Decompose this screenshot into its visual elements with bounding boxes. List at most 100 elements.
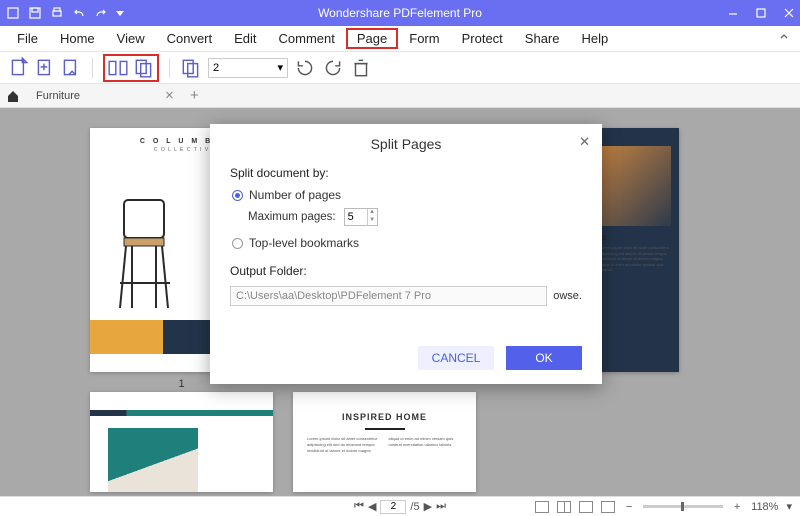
- page-range-value: 2: [213, 62, 219, 74]
- page-thumbnail-4[interactable]: [90, 392, 273, 492]
- toolbar-separator: [92, 58, 93, 78]
- thumb-number: 1: [178, 378, 184, 390]
- last-page-icon[interactable]: ⏭: [436, 500, 446, 513]
- print-icon[interactable]: [50, 6, 64, 20]
- thumb-photo-icon: [599, 146, 671, 226]
- redo-icon[interactable]: [94, 6, 108, 20]
- zoom-level: 118%: [751, 501, 778, 513]
- page-thumbnail-5[interactable]: INSPIRED HOME Lorem ipsum dolor sit amet…: [293, 392, 476, 492]
- thumb-body-text: Lorem ipsum dolor sit amet consectetur a…: [599, 245, 673, 273]
- cancel-button[interactable]: CANCEL: [418, 346, 494, 370]
- chevron-down-icon: ▾: [277, 61, 283, 74]
- replace-page-icon[interactable]: [180, 57, 202, 79]
- insert-from-file-icon[interactable]: [60, 57, 82, 79]
- add-tab-icon[interactable]: +: [190, 87, 199, 104]
- maximum-pages-row: Maximum pages: ▲▼: [248, 208, 582, 226]
- tab-close-icon[interactable]: ✕: [165, 89, 174, 102]
- thumb-color-bar: [90, 410, 273, 416]
- max-pages-label: Maximum pages:: [248, 211, 336, 223]
- page-toolbar: 2 ▾: [0, 52, 800, 84]
- home-icon[interactable]: [6, 89, 20, 103]
- toolbar-separator: [169, 58, 170, 78]
- minimize-icon[interactable]: [726, 6, 740, 20]
- titlebar: Wondershare PDFelement Pro: [0, 0, 800, 26]
- continuous-view-icon[interactable]: [579, 501, 593, 513]
- thumb-photo-icon: [108, 428, 198, 492]
- ok-button[interactable]: OK: [506, 346, 582, 370]
- delete-page-icon[interactable]: [350, 57, 372, 79]
- split-pages-dialog: Split Pages ✕ Split document by: Number …: [210, 124, 602, 384]
- more-dropdown-icon[interactable]: [116, 11, 124, 16]
- two-page-view-icon[interactable]: [557, 501, 571, 513]
- document-tab[interactable]: Furniture ✕: [30, 89, 180, 102]
- menu-form[interactable]: Form: [398, 28, 450, 49]
- document-tabbar: Furniture ✕ +: [0, 84, 800, 108]
- dialog-close-icon[interactable]: ✕: [579, 134, 590, 150]
- window-controls: [726, 6, 796, 20]
- zoom-out-icon[interactable]: −: [623, 501, 635, 513]
- browse-button[interactable]: owse.: [553, 290, 582, 302]
- menu-share[interactable]: Share: [514, 28, 571, 49]
- maximize-icon[interactable]: [754, 6, 768, 20]
- radio-icon: [232, 190, 243, 201]
- radio-label: Number of pages: [249, 188, 341, 202]
- zoom-slider-thumb[interactable]: [681, 502, 684, 511]
- zoom-in-icon[interactable]: +: [731, 501, 743, 513]
- dialog-footer: CANCEL OK: [418, 346, 582, 370]
- thumb-heading: INSPIRED HOME: [307, 412, 462, 422]
- window-title: Wondershare PDFelement Pro: [318, 6, 482, 20]
- menu-edit[interactable]: Edit: [223, 28, 267, 49]
- menubar: File Home View Convert Edit Comment Page…: [0, 26, 800, 52]
- collapse-ribbon-icon[interactable]: [778, 30, 790, 48]
- app-logo-icon: [6, 6, 20, 20]
- close-icon[interactable]: [782, 6, 796, 20]
- page-total: /5: [410, 501, 419, 513]
- tab-label: Furniture: [36, 90, 80, 102]
- toolbar-group-insert: [8, 57, 82, 79]
- menu-file[interactable]: File: [6, 28, 49, 49]
- insert-page-icon[interactable]: [8, 57, 30, 79]
- first-page-icon[interactable]: ⏮: [354, 500, 364, 513]
- page-range-select[interactable]: 2 ▾: [208, 58, 288, 78]
- next-page-icon[interactable]: ▶: [424, 500, 432, 513]
- current-page-input[interactable]: [380, 500, 406, 514]
- max-pages-spinner[interactable]: ▲▼: [344, 208, 378, 226]
- titlebar-left-icons: [0, 6, 124, 20]
- radio-label: Top-level bookmarks: [249, 236, 359, 250]
- rotate-left-icon[interactable]: [294, 57, 316, 79]
- insert-blank-icon[interactable]: [34, 57, 56, 79]
- split-by-label: Split document by:: [230, 166, 582, 180]
- menu-home[interactable]: Home: [49, 28, 106, 49]
- max-pages-input[interactable]: [345, 211, 367, 223]
- radio-top-level-bookmarks[interactable]: Top-level bookmarks: [232, 236, 582, 250]
- toolbar-highlight-split: [103, 54, 159, 82]
- radio-icon: [232, 238, 243, 249]
- statusbar: ⏮ ◀ /5 ▶ ⏭ − + 118% ▾: [0, 496, 800, 516]
- thumb-divider: [365, 428, 405, 430]
- zoom-slider[interactable]: [643, 505, 723, 508]
- single-page-view-icon[interactable]: [535, 501, 549, 513]
- menu-protect[interactable]: Protect: [451, 28, 514, 49]
- rotate-right-icon[interactable]: [322, 57, 344, 79]
- undo-icon[interactable]: [72, 6, 86, 20]
- extract-pages-icon[interactable]: [133, 57, 155, 79]
- menu-page[interactable]: Page: [346, 28, 398, 49]
- menu-comment[interactable]: Comment: [268, 28, 346, 49]
- thumbnail-view-icon[interactable]: [601, 501, 615, 513]
- radio-number-of-pages[interactable]: Number of pages: [232, 188, 582, 202]
- prev-page-icon[interactable]: ◀: [368, 500, 376, 513]
- thumb-body-text: Lorem ipsum dolor sit amet consectetur a…: [307, 436, 462, 454]
- menu-help[interactable]: Help: [571, 28, 620, 49]
- save-icon[interactable]: [28, 6, 42, 20]
- output-folder-input[interactable]: [230, 286, 547, 306]
- output-folder-row: owse.: [230, 286, 582, 306]
- split-pages-icon[interactable]: [107, 57, 129, 79]
- status-right-group: − + 118% ▾: [535, 500, 792, 513]
- dialog-title: Split Pages: [230, 136, 582, 152]
- chair-illustration-icon: [114, 188, 184, 318]
- menu-view[interactable]: View: [106, 28, 156, 49]
- output-folder-label: Output Folder:: [230, 264, 582, 278]
- zoom-dropdown-icon[interactable]: ▾: [786, 500, 792, 513]
- spinner-buttons[interactable]: ▲▼: [367, 209, 377, 225]
- menu-convert[interactable]: Convert: [156, 28, 224, 49]
